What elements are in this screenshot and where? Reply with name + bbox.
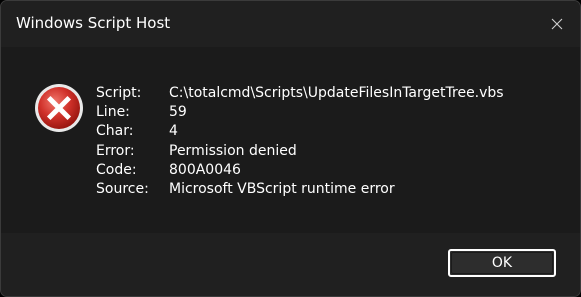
error-details: Script: C:\totalcmd\Scripts\UpdateFilesI… <box>96 84 504 199</box>
script-value: C:\totalcmd\Scripts\UpdateFilesInTargetT… <box>169 85 504 101</box>
detail-row-script: Script: C:\totalcmd\Scripts\UpdateFilesI… <box>96 84 504 103</box>
code-value: 800A0046 <box>169 161 241 178</box>
line-value: 59 <box>169 104 187 121</box>
window-title: Windows Script Host <box>16 14 171 32</box>
error-label: Error: <box>96 142 135 159</box>
detail-row-line: Line: 59 <box>96 103 504 122</box>
error-icon <box>35 84 83 132</box>
char-label: Char: <box>96 123 134 140</box>
detail-row-source: Source: Microsoft VBScript runtime error <box>96 180 504 199</box>
source-label: Source: <box>96 180 149 197</box>
line-label: Line: <box>96 104 130 121</box>
ok-button[interactable]: OK <box>448 249 556 277</box>
close-button[interactable] <box>534 1 580 47</box>
detail-row-error: Error: Permission denied <box>96 142 504 161</box>
source-value: Microsoft VBScript runtime error <box>169 180 395 197</box>
code-label: Code: <box>96 161 137 178</box>
script-label: Script: <box>96 85 142 101</box>
dialog-content: Script: C:\totalcmd\Scripts\UpdateFilesI… <box>1 47 580 233</box>
detail-row-char: Char: 4 <box>96 122 504 141</box>
close-icon <box>551 18 563 30</box>
ok-button-label: OK <box>491 255 513 271</box>
title-bar[interactable]: Windows Script Host <box>1 1 580 47</box>
char-value: 4 <box>169 123 178 140</box>
dialog-footer: OK <box>1 233 580 296</box>
dialog-window: Windows Script Host Script: C:\totalcmd\… <box>0 0 581 297</box>
detail-row-code: Code: 800A0046 <box>96 161 504 180</box>
error-value: Permission denied <box>169 142 297 159</box>
